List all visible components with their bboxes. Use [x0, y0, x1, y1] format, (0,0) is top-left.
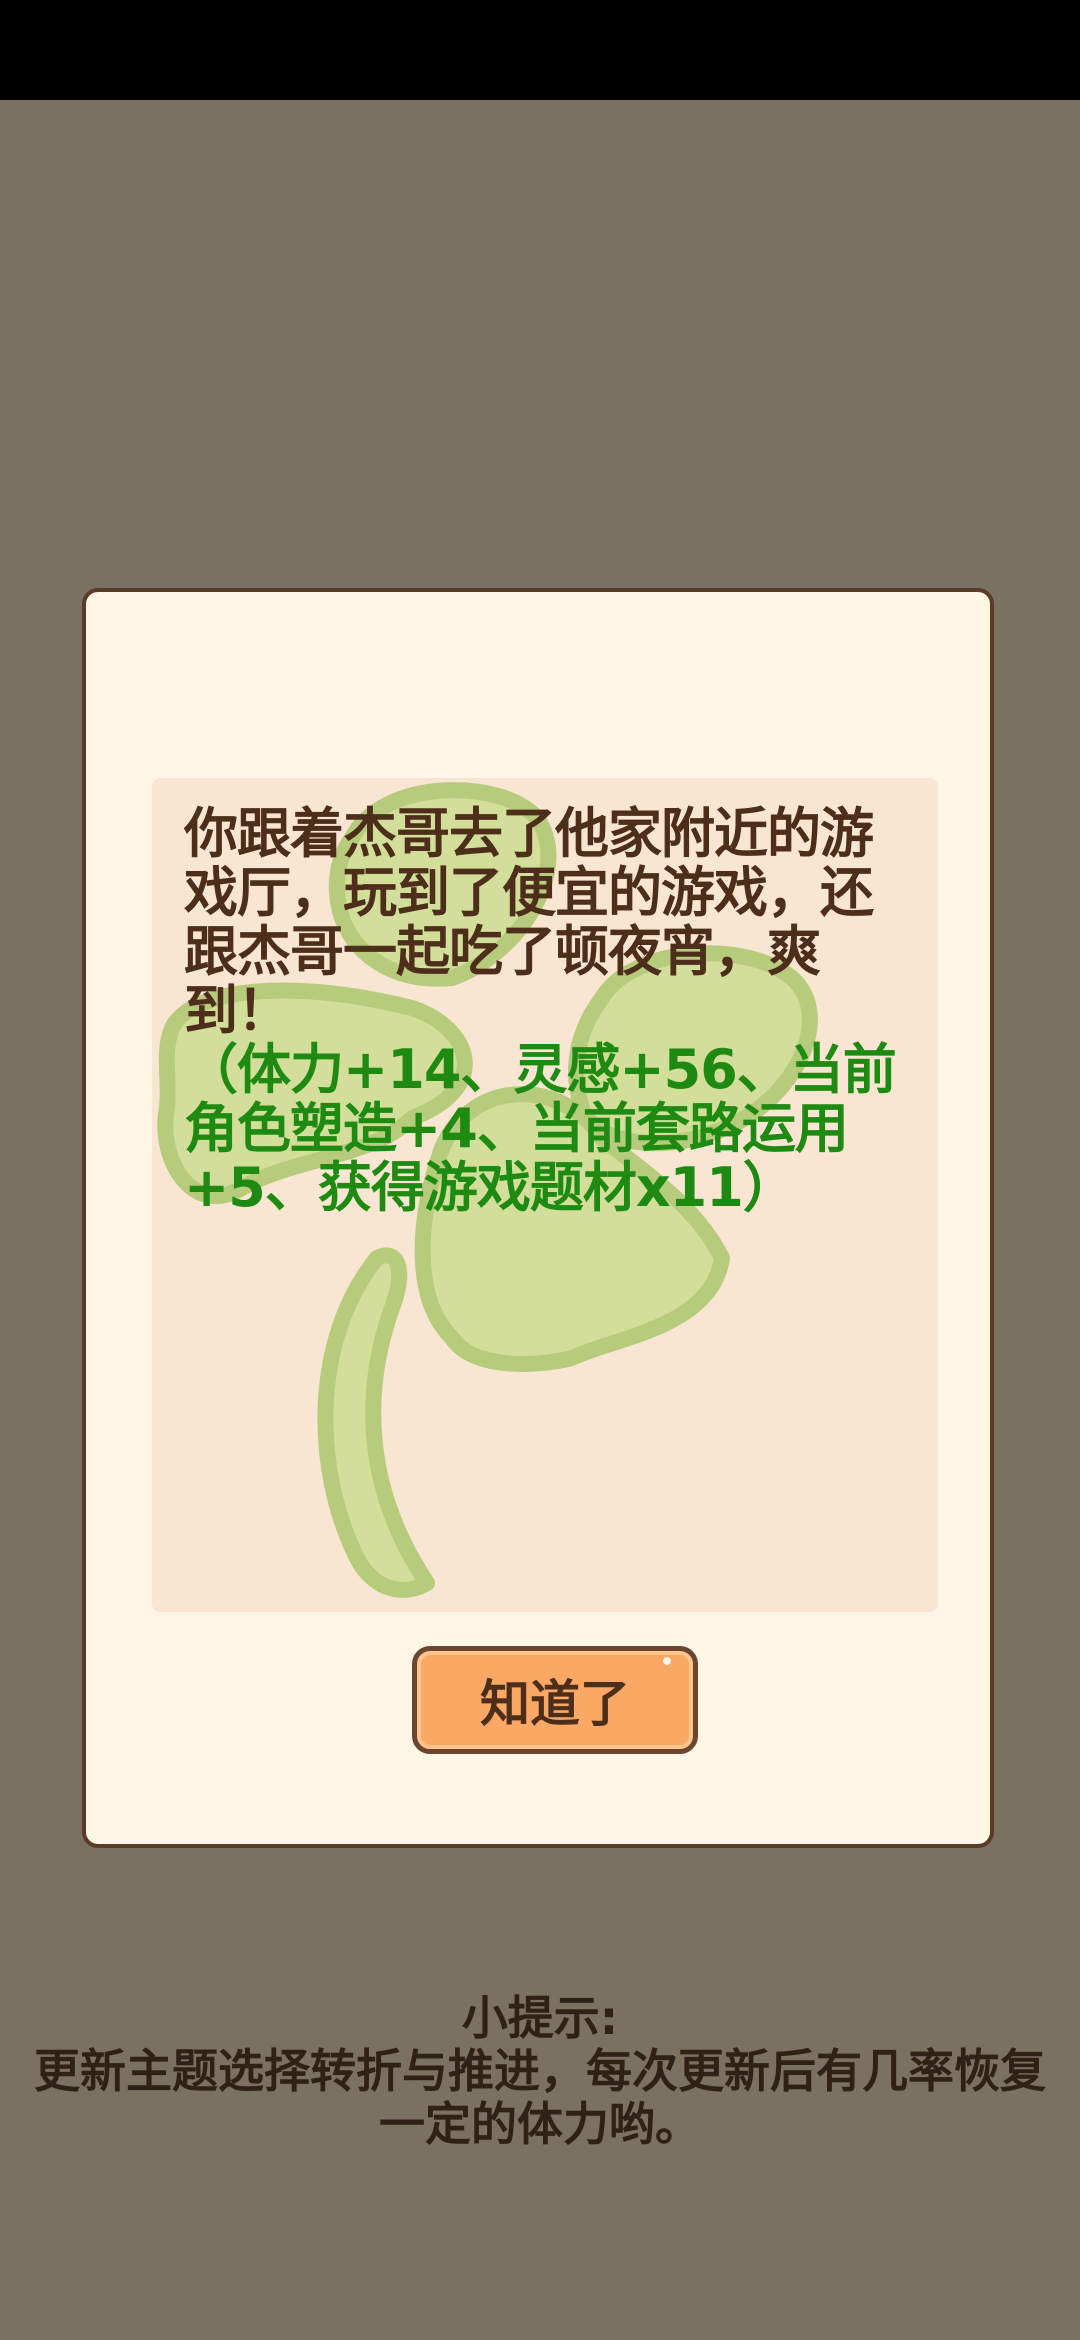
acknowledge-button-label: 知道了 [480, 1675, 630, 1733]
event-description: 你跟着杰哥去了他家附近的游戏厅，玩到了便宜的游戏，还跟杰哥一起吃了顿夜宵，爽到！ [184, 802, 874, 1042]
status-bar [0, 0, 1080, 100]
event-message: 你跟着杰哥去了他家附近的游戏厅，玩到了便宜的游戏，还跟杰哥一起吃了顿夜宵，爽到！… [184, 804, 914, 1217]
acknowledge-button[interactable]: 知道了 [412, 1646, 698, 1754]
tip-line-2: 一定的体力哟。 [379, 2097, 701, 2151]
event-result-dialog: 你跟着杰哥去了他家附近的游戏厅，玩到了便宜的游戏，还跟杰哥一起吃了顿夜宵，爽到！… [82, 588, 994, 1848]
tip-line-1: 更新主题选择转折与推进，每次更新后有几率恢复 [34, 2044, 1046, 2098]
tip-section: 小提示: 更新主题选择转折与推进，每次更新后有几率恢复 一定的体力哟。 [0, 1992, 1080, 2151]
button-highlight [663, 1657, 671, 1665]
tip-title: 小提示: [461, 1991, 619, 2045]
message-panel: 你跟着杰哥去了他家附近的游戏厅，玩到了便宜的游戏，还跟杰哥一起吃了顿夜宵，爽到！… [152, 778, 938, 1612]
reward-summary: （体力+14、灵感+56、当前角色塑造+4、当前套路运用+5、获得游戏题材x11… [184, 1038, 897, 1219]
